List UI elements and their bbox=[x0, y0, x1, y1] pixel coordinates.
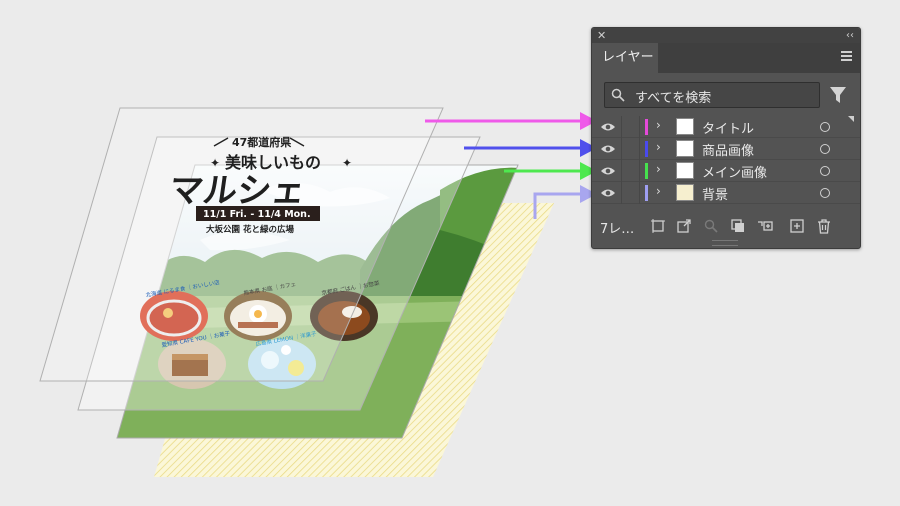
eye-icon[interactable] bbox=[600, 187, 616, 199]
eye-icon[interactable] bbox=[600, 143, 616, 155]
eye-icon[interactable] bbox=[600, 165, 616, 177]
layer-thumbnail bbox=[676, 162, 694, 179]
chevron-right-icon[interactable]: › bbox=[656, 162, 661, 176]
layer-row-title[interactable]: › タイトル bbox=[592, 116, 860, 138]
target-circle-icon[interactable] bbox=[820, 144, 830, 154]
layers-panel: ✕ ‹‹ レイヤー すべてを検索 › タイトル › 商品画像 › メイン画像 ›… bbox=[591, 27, 861, 249]
layer-list: › タイトル › 商品画像 › メイン画像 › 背景 bbox=[592, 116, 860, 204]
layer-name[interactable]: 商品画像 bbox=[702, 140, 754, 159]
layer-color-bar bbox=[645, 163, 648, 179]
filter-icon[interactable] bbox=[830, 86, 846, 104]
new-layer-icon[interactable] bbox=[789, 218, 805, 234]
locate-object-icon[interactable] bbox=[703, 218, 719, 234]
tab-layers[interactable]: レイヤー bbox=[592, 43, 658, 73]
collapse-icon[interactable]: ‹‹ bbox=[846, 28, 854, 43]
panel-titlebar: ✕ ‹‹ bbox=[592, 28, 860, 43]
arrow-products bbox=[464, 139, 597, 157]
poster-prefecture: 47都道府県 bbox=[232, 135, 291, 149]
poster-dates: 11/1 Fri. - 11/4 Mon. bbox=[203, 209, 311, 220]
layer-row-main-image[interactable]: › メイン画像 bbox=[592, 160, 860, 182]
panel-footer: 7レ… bbox=[592, 214, 860, 238]
poster-catchline: 美味しいもの bbox=[225, 153, 321, 172]
layer-thumbnail bbox=[676, 184, 694, 201]
panel-tab-row: レイヤー bbox=[592, 43, 860, 73]
layer-row-products[interactable]: › 商品画像 bbox=[592, 138, 860, 160]
artboard-icon[interactable] bbox=[650, 218, 666, 234]
chevron-right-icon[interactable]: › bbox=[656, 184, 661, 198]
search-icon bbox=[611, 88, 625, 102]
target-circle-icon[interactable] bbox=[820, 122, 830, 132]
layer-name[interactable]: タイトル bbox=[702, 118, 754, 137]
target-circle-icon[interactable] bbox=[820, 166, 830, 176]
trash-icon[interactable] bbox=[816, 218, 832, 234]
eye-icon[interactable] bbox=[600, 121, 616, 133]
selection-corner-icon bbox=[848, 116, 854, 122]
chevron-right-icon[interactable]: › bbox=[656, 140, 661, 154]
layer-thumbnail bbox=[676, 118, 694, 135]
export-icon[interactable] bbox=[676, 218, 692, 234]
layer-color-bar bbox=[645, 119, 648, 135]
clipping-mask-icon[interactable] bbox=[730, 218, 746, 234]
layer-count: 7レ… bbox=[600, 222, 635, 237]
new-sublayer-icon[interactable] bbox=[757, 218, 773, 234]
layer-search-field[interactable]: すべてを検索 bbox=[604, 82, 820, 108]
layer-thumbnail bbox=[676, 140, 694, 157]
svg-text:✦: ✦ bbox=[342, 156, 352, 170]
search-placeholder: すべてを検索 bbox=[635, 91, 712, 106]
layer-color-bar bbox=[645, 185, 648, 201]
poster-venue: 大坂公園 花と緑の広場 bbox=[206, 224, 294, 235]
target-circle-icon[interactable] bbox=[820, 188, 830, 198]
arrow-title bbox=[425, 112, 597, 130]
close-icon[interactable]: ✕ bbox=[597, 28, 606, 43]
chevron-right-icon[interactable]: › bbox=[656, 118, 661, 132]
poster-headline: マルシェ bbox=[166, 171, 308, 211]
layer-name[interactable]: メイン画像 bbox=[702, 162, 767, 181]
layer-color-bar bbox=[645, 141, 648, 157]
layer-row-background[interactable]: › 背景 bbox=[592, 182, 860, 204]
panel-resize-grip[interactable] bbox=[712, 240, 738, 246]
layer-name[interactable]: 背景 bbox=[702, 184, 728, 203]
svg-text:✦: ✦ bbox=[210, 156, 220, 170]
panel-menu-icon[interactable] bbox=[841, 51, 852, 61]
